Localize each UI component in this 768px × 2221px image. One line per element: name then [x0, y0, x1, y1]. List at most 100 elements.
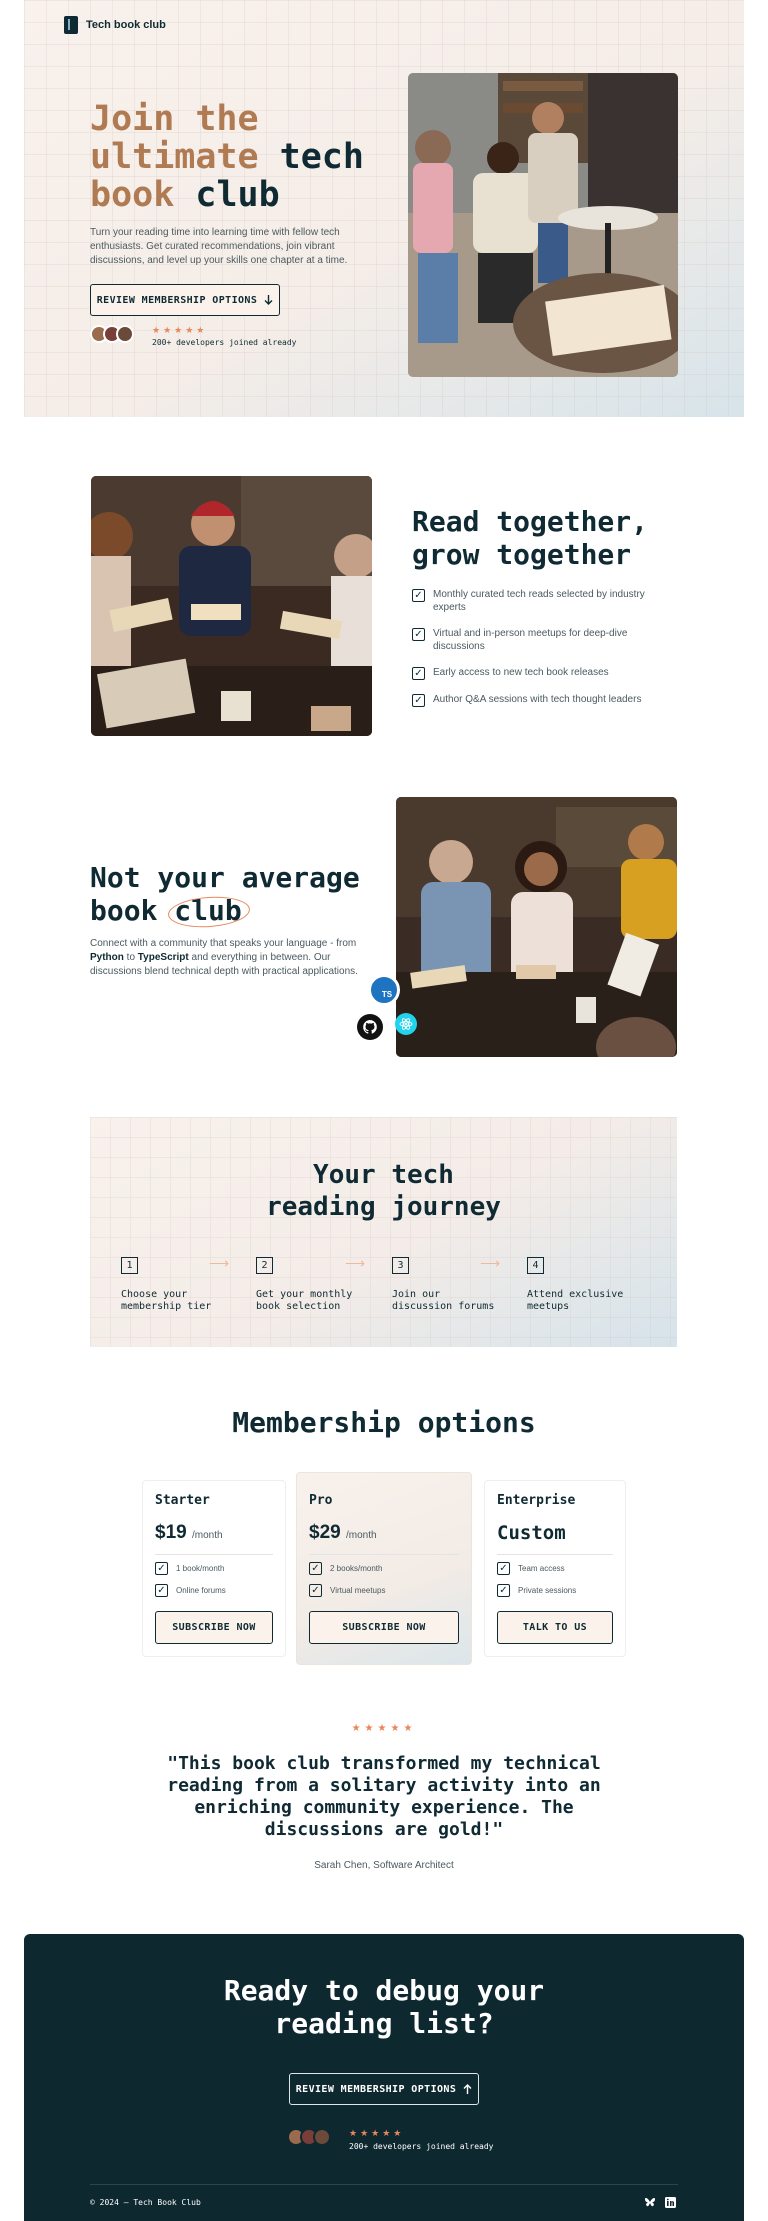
hero-photo	[408, 73, 678, 377]
title-line: Your tech	[313, 1160, 454, 1190]
cta-section: Ready to debug your reading list? REVIEW…	[24, 1934, 744, 2221]
hero-description: Turn your reading time into learning tim…	[90, 227, 348, 266]
cta-title: Ready to debug your reading list?	[24, 1974, 744, 2040]
list-item: ✓ Author Q&A sessions with tech thought l…	[412, 693, 662, 707]
arrow-down-icon	[264, 295, 273, 305]
title-line: reading journey	[266, 1192, 501, 1222]
desc-text: to	[123, 952, 138, 963]
price-value: $19	[155, 1522, 187, 1543]
checkbox-icon: ✓	[412, 667, 425, 680]
plan-feature: ✓ Team access	[497, 1562, 565, 1575]
journey-section: Your tech reading journey 1 Choose your …	[90, 1117, 677, 1347]
cta-review-membership-button[interactable]: REVIEW MEMBERSHIP OPTIONS	[289, 2073, 479, 2105]
plan-card-starter: Starter $19 /month ✓ 1 book/month ✓ Online…	[142, 1480, 286, 1657]
arrow-right-icon: ⟶	[209, 1255, 230, 1271]
title-line: grow together	[412, 538, 632, 571]
feature-text: 2 books/month	[330, 1564, 383, 1573]
checkbox-icon: ✓	[309, 1562, 322, 1575]
hero-title-part: Join the	[90, 99, 259, 139]
step-number: 3	[392, 1257, 409, 1274]
react-icon	[395, 1013, 417, 1035]
step-label: Choose your membership tier	[121, 1289, 212, 1312]
price-period: /month	[191, 1530, 223, 1541]
title-line: Not your average	[90, 861, 360, 894]
butterfly-icon[interactable]	[644, 2196, 656, 2208]
typescript-badge-icon: TS	[368, 974, 400, 1006]
plan-feature: ✓ 2 books/month	[309, 1562, 382, 1575]
list-item-text: Author Q&A sessions with tech thought le…	[433, 694, 642, 705]
plan-name: Pro	[309, 1493, 333, 1508]
step-number: 4	[527, 1257, 544, 1274]
checkbox-icon: ✓	[412, 628, 425, 641]
title-part: book	[90, 894, 158, 927]
list-item-text: Early access to new tech book releases	[433, 667, 609, 678]
review-membership-button[interactable]: REVIEW MEMBERSHIP OPTIONS	[90, 284, 280, 316]
journey-title: Your tech reading journey	[90, 1159, 677, 1223]
benefit-list: ✓ Monthly curated tech reads selected by …	[412, 588, 662, 720]
arrow-up-icon	[463, 2084, 472, 2094]
copyright: © 2024 — Tech Book Club	[90, 2198, 201, 2207]
checkbox-icon: ✓	[412, 694, 425, 707]
plan-feature: ✓ Private sessions	[497, 1584, 576, 1597]
divider	[155, 1554, 273, 1555]
title-line: Ready to debug your	[223, 1974, 545, 2007]
step-label: Get your monthly book selection	[256, 1289, 353, 1312]
subscribe-starter-button[interactable]: SUBSCRIBE NOW	[155, 1611, 273, 1644]
plan-card-pro: Pro $29 /month ✓ 2 books/month ✓ Virtual m…	[296, 1472, 472, 1665]
plan-price: $19 /month	[155, 1522, 223, 1544]
brand[interactable]: Tech book club	[64, 16, 166, 34]
title-line: Read together,	[412, 505, 649, 538]
rating-stars: ★★★★★	[152, 325, 208, 335]
member-avatars	[287, 2128, 331, 2146]
community-photo	[396, 797, 677, 1057]
feature-text: Virtual meetups	[330, 1586, 386, 1595]
checkbox-icon: ✓	[412, 589, 425, 602]
checkbox-icon: ✓	[155, 1562, 168, 1575]
avatar	[116, 325, 134, 343]
step-label: Join our discussion forums	[392, 1289, 495, 1312]
step-number: 2	[256, 1257, 273, 1274]
not-average-title: Not your average book club	[90, 861, 360, 930]
hero-title: Join the ultimate tech book club	[90, 100, 390, 214]
typescript-text: TypeScript	[137, 952, 189, 963]
button-label: REVIEW MEMBERSHIP OPTIONS	[96, 294, 258, 306]
feature-text: Private sessions	[518, 1586, 577, 1595]
linkedin-icon[interactable]	[664, 2196, 676, 2208]
desc-text: Connect with a community that speaks you…	[90, 938, 357, 949]
python-text: Python	[90, 952, 124, 963]
read-together-title: Read together, grow together	[412, 505, 648, 571]
testimonial-author: Sarah Chen, Software Architect	[314, 1860, 454, 1871]
price-value: $29	[309, 1522, 341, 1543]
title-line: reading list?	[274, 2007, 494, 2040]
feature-text: 1 book/month	[176, 1564, 225, 1573]
subscribe-pro-button[interactable]: SUBSCRIBE NOW	[309, 1611, 459, 1644]
list-item: ✓ Virtual and in-person meetups for deep-…	[412, 627, 662, 653]
hero-title-part: tech	[279, 137, 364, 177]
price-period: /month	[345, 1530, 377, 1541]
step-number: 1	[121, 1257, 138, 1274]
feature-text: Online forums	[176, 1586, 226, 1595]
hero-title-part: club	[195, 175, 280, 215]
plan-name: Starter	[155, 1493, 210, 1508]
arrow-right-icon: ⟶	[480, 1255, 501, 1271]
community-description: Connect with a community that speaks you…	[90, 937, 365, 979]
step-label: Attend exclusive meetups	[527, 1289, 624, 1312]
hero-title-part: book	[90, 175, 175, 215]
arrow-right-icon: ⟶	[345, 1255, 366, 1271]
list-item-text: Virtual and in-person meetups for deep-d…	[433, 628, 628, 652]
club-highlight: club	[167, 894, 252, 930]
joined-text: 200+ developers joined already	[349, 2142, 494, 2151]
talk-to-us-button[interactable]: TALK TO US	[497, 1611, 613, 1644]
github-icon	[357, 1014, 383, 1040]
brand-name: Tech book club	[86, 19, 166, 31]
testimonial-quote: "This book club transformed my technical…	[167, 1753, 601, 1840]
divider	[497, 1554, 613, 1555]
avatar	[313, 2128, 331, 2146]
rating-stars: ★★★★★	[349, 2128, 405, 2138]
testimonial-stars: ★★★★★	[351, 1723, 417, 1734]
list-item-text: Monthly curated tech reads selected by i…	[433, 589, 645, 613]
divider	[309, 1554, 459, 1555]
reading-group-photo	[91, 476, 372, 736]
list-item: ✓ Monthly curated tech reads selected by …	[412, 588, 662, 614]
checkbox-icon: ✓	[497, 1584, 510, 1597]
